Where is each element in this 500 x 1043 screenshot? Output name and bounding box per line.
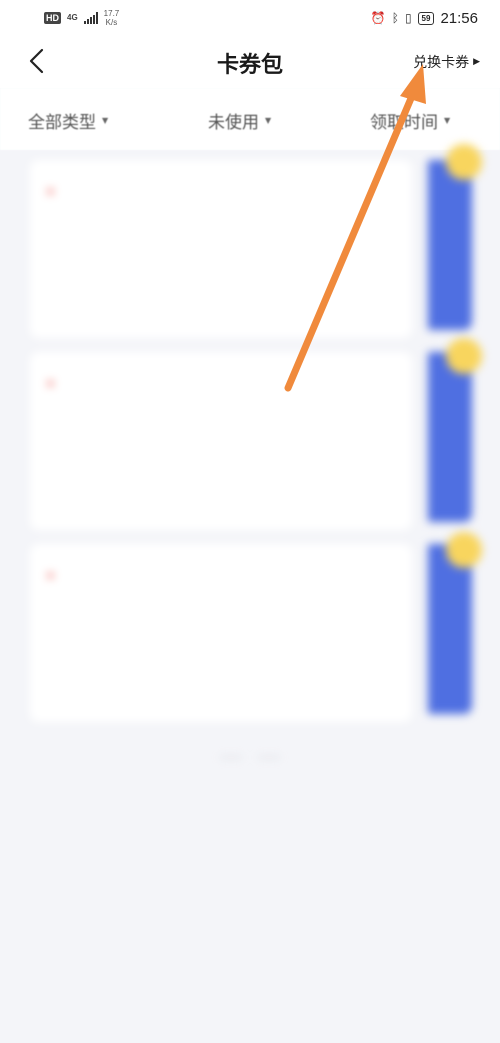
battery-icon: 59 bbox=[417, 11, 435, 25]
network-type: 4G bbox=[67, 13, 78, 22]
network-speed-value: 17.7 bbox=[103, 9, 120, 18]
filter-bar: 全部类型 ▼ 未使用 ▼ 领取时间 ▼ bbox=[0, 88, 500, 150]
triangle-right-icon: ▶ bbox=[473, 57, 480, 67]
coupon-type-dot bbox=[48, 189, 53, 194]
signal-icon bbox=[83, 12, 98, 24]
coupon-card[interactable] bbox=[30, 544, 412, 722]
alarm-icon: ⏰ bbox=[370, 11, 386, 25]
caret-down-icon: ▼ bbox=[265, 116, 272, 125]
nav-header: 卡券包 兑换卡券 ▶ bbox=[0, 36, 500, 88]
coupon-type-dot bbox=[48, 573, 53, 578]
bluetooth-icon: ᛒ bbox=[391, 11, 399, 25]
filter-type-dropdown[interactable]: 全部类型 ▼ bbox=[28, 108, 108, 133]
list-end-text bbox=[0, 750, 500, 764]
coupon-badge bbox=[446, 532, 482, 568]
caret-down-icon: ▼ bbox=[444, 116, 451, 125]
coupon-card[interactable] bbox=[30, 352, 412, 530]
caret-down-icon: ▼ bbox=[102, 116, 109, 125]
status-bar: HD 4G 17.7 K/s ⏰ ᛒ ▯ 59 21:56 bbox=[0, 0, 500, 36]
coupon-badge bbox=[446, 338, 482, 374]
filter-time-label: 领取时间 bbox=[370, 113, 438, 133]
network-speed: 17.7 K/s bbox=[104, 9, 120, 27]
filter-type-label: 全部类型 bbox=[28, 113, 96, 133]
filter-status-label: 未使用 bbox=[208, 113, 259, 133]
filter-time-dropdown[interactable]: 领取时间 ▼ bbox=[370, 108, 450, 133]
divider bbox=[220, 757, 242, 758]
coupon-card-header bbox=[48, 568, 396, 586]
coupon-type-dot bbox=[48, 381, 53, 386]
status-bar-left: HD 4G 17.7 K/s bbox=[44, 9, 119, 27]
status-bar-right: ⏰ ᛒ ▯ 59 21:56 bbox=[371, 10, 478, 27]
coupon-card-header bbox=[48, 184, 396, 202]
redeem-card-label: 兑换卡券 bbox=[413, 55, 470, 71]
hd-icon: HD bbox=[44, 12, 61, 24]
divider bbox=[258, 757, 280, 758]
filter-status-dropdown[interactable]: 未使用 ▼ bbox=[208, 108, 271, 133]
redeem-card-button[interactable]: 兑换卡券 ▶ bbox=[413, 52, 480, 72]
coupon-card-header bbox=[48, 376, 396, 394]
coupon-action-tab[interactable] bbox=[428, 544, 472, 714]
vibrate-icon: ▯ bbox=[404, 11, 412, 25]
coupon-card[interactable] bbox=[30, 160, 412, 338]
coupon-action-tab[interactable] bbox=[428, 160, 472, 330]
network-speed-unit: K/s bbox=[105, 18, 118, 27]
coupon-action-tab[interactable] bbox=[428, 352, 472, 522]
coupon-badge bbox=[446, 144, 482, 180]
clock-time: 21:56 bbox=[440, 9, 478, 27]
